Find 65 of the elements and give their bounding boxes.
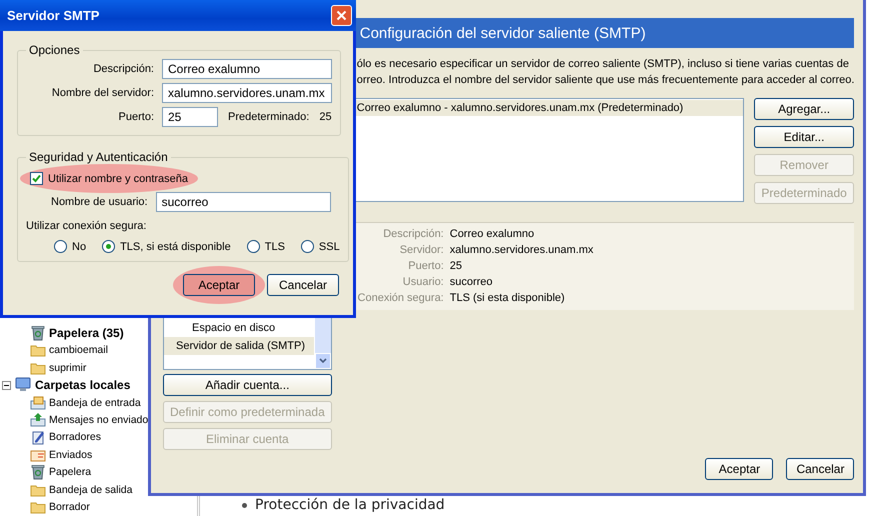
description-text: orreo. Introduzca el nombre del servidor saliente que use más frecuentemente para acceder al correo. bbox=[356, 73, 854, 88]
radio-button[interactable] bbox=[102, 240, 116, 253]
folder-label[interactable]: suprimir bbox=[49, 362, 86, 374]
account-button[interactable]: Añadir cuenta... bbox=[163, 374, 332, 396]
bullet-icon bbox=[242, 503, 247, 508]
default-port-value: 25 bbox=[319, 111, 332, 123]
detail-label: Puerto: bbox=[407, 259, 444, 274]
footer-button[interactable]: Cancelar bbox=[786, 458, 854, 480]
radio-button[interactable] bbox=[54, 240, 67, 253]
server-button[interactable]: Editar... bbox=[754, 126, 854, 148]
tree-item[interactable]: Espacio en disco bbox=[164, 319, 314, 337]
dialog-button[interactable]: Cancelar bbox=[267, 274, 339, 296]
detail-value: xalumno.servidores.unam.mx bbox=[450, 243, 594, 258]
detail-label: Descripción: bbox=[382, 227, 444, 242]
pen-icon bbox=[30, 429, 46, 446]
folder-label[interactable]: Enviados bbox=[49, 448, 92, 461]
detail-label: Servidor: bbox=[398, 243, 444, 258]
checkbox-label: Utilizar nombre y contraseña bbox=[48, 172, 188, 184]
port-field[interactable]: 25 bbox=[162, 107, 218, 127]
outbox-tray-icon bbox=[30, 412, 46, 428]
default-port-label: Predeterminado: bbox=[228, 111, 310, 123]
radio-label: TLS, si está disponible bbox=[120, 240, 231, 252]
field-label: Puerto: bbox=[118, 111, 154, 123]
username-field[interactable]: sucorreo bbox=[156, 192, 331, 212]
detail-value: Correo exalumno bbox=[450, 227, 536, 242]
folder-label[interactable]: cambioemail bbox=[49, 344, 108, 356]
inbox-tray-icon bbox=[30, 394, 46, 411]
secure-connection-label: Utilizar conexión segura: bbox=[26, 220, 146, 232]
detail-value: 25 bbox=[450, 259, 463, 274]
server-button[interactable]: Agregar... bbox=[754, 98, 854, 120]
field-label: Nombre de usuario: bbox=[51, 196, 148, 208]
input-field[interactable]: xalumno.servidores.unam.mx bbox=[162, 83, 332, 103]
folder-label[interactable]: Papelera bbox=[49, 466, 92, 478]
trash-can-icon bbox=[30, 464, 46, 480]
group-legend: Opciones bbox=[26, 43, 83, 57]
group-legend: Seguridad y Autenticación bbox=[26, 150, 171, 164]
detail-label: Usuario: bbox=[402, 275, 444, 290]
tree-item[interactable]: Servidor de salida (SMTP) bbox=[164, 337, 314, 355]
radio-button[interactable] bbox=[246, 240, 260, 253]
computer-icon bbox=[14, 377, 32, 394]
folder-label[interactable]: Bandeja de entrada bbox=[49, 396, 141, 409]
radio-label: SSL bbox=[318, 240, 340, 252]
radio-button[interactable] bbox=[300, 240, 314, 253]
close-icon[interactable] bbox=[336, 10, 347, 21]
description-text: ólo es necesario especificar un servidor de correo saliente (SMTP), incluso si tiene varias cuentas de bbox=[356, 57, 850, 72]
trash-can-icon bbox=[30, 324, 46, 341]
footer-button[interactable]: Aceptar bbox=[705, 458, 774, 480]
radio-label: No bbox=[72, 240, 86, 252]
dialog-button[interactable]: Aceptar bbox=[183, 274, 255, 296]
field-label: Nombre del servidor: bbox=[50, 87, 154, 99]
folder-label[interactable]: Bandeja de salida bbox=[49, 484, 132, 496]
folder-label[interactable]: Papelera (35) bbox=[49, 326, 124, 340]
detail-value: TLS (si esta disponible) bbox=[450, 291, 566, 306]
folder-label[interactable]: Carpetas locales bbox=[35, 378, 130, 392]
detail-value: sucorreo bbox=[450, 275, 494, 290]
field-label: Descripción: bbox=[92, 63, 154, 75]
dialog-title: Servidor SMTP bbox=[7, 8, 100, 23]
input-field[interactable]: Correo exalumno bbox=[162, 59, 332, 79]
folder-label[interactable]: Mensajes no enviado bbox=[49, 414, 148, 426]
detail-label: Conexión segura: bbox=[356, 291, 444, 306]
folder-label[interactable]: Borrador bbox=[49, 501, 90, 514]
checkbox[interactable] bbox=[30, 172, 43, 185]
list-item-text: Protección de la privacidad bbox=[255, 497, 445, 513]
radio-label: TLS bbox=[264, 240, 285, 252]
folder-label[interactable]: Borradores bbox=[49, 431, 101, 444]
